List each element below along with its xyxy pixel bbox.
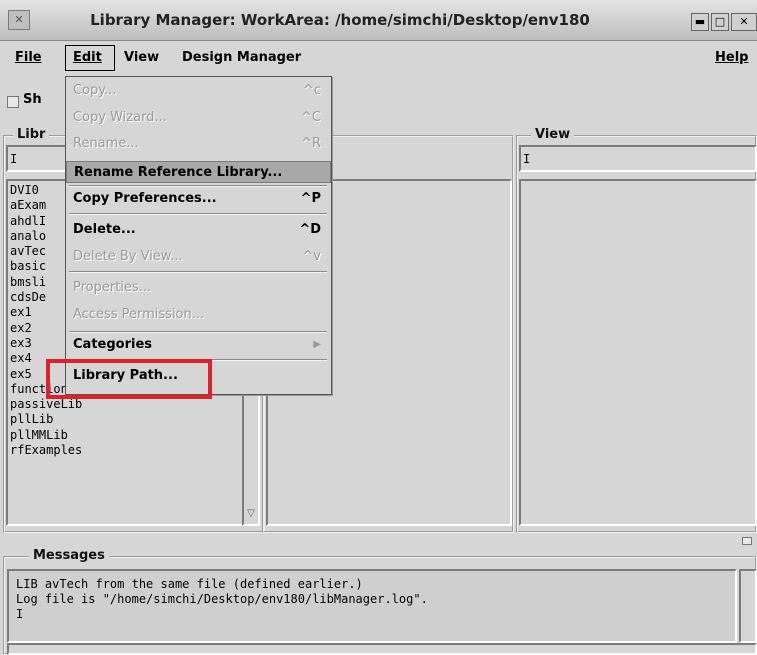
menu-item-categories[interactable]: Categories ▶	[66, 334, 331, 356]
window-title: Library Manager: WorkArea: /home/simchi/…	[90, 11, 590, 29]
menu-edit[interactable]: Edit	[73, 50, 102, 65]
list-item[interactable]: rfExamples	[8, 443, 242, 458]
shortcut-label: ^P	[300, 191, 321, 206]
submenu-arrow-icon: ▶	[313, 339, 321, 350]
show-checkbox-label: Sh	[23, 92, 42, 107]
menu-item-delete[interactable]: Delete... ^D	[66, 219, 331, 241]
shortcut-label: ^R	[301, 136, 321, 151]
menu-separator	[69, 271, 327, 273]
menu-design-manager[interactable]: Design Manager	[182, 50, 301, 65]
message-line: LIB avTech from the same file (defined e…	[16, 577, 363, 591]
menu-separator	[69, 213, 327, 215]
menu-separator	[69, 331, 327, 333]
list-item[interactable]: passiveLib	[8, 397, 242, 412]
shortcut-label: ^v	[302, 249, 321, 264]
message-line: I	[16, 607, 24, 621]
close-button[interactable]: ✕	[731, 13, 757, 31]
minimize-button[interactable]: ▬	[691, 13, 709, 31]
menu-help[interactable]: Help	[715, 50, 748, 65]
edit-dropdown-menu: Copy... ^c Copy Wizard... ^C Rename... ^R R…	[65, 76, 332, 395]
list-item[interactable]: pllMMLib	[8, 428, 242, 443]
menu-item-rename[interactable]: Rename... ^R	[66, 133, 331, 155]
view-caption: View	[531, 127, 575, 142]
menu-item-copy-preferences[interactable]: Copy Preferences... ^P	[66, 188, 331, 210]
menu-file[interactable]: File	[15, 50, 42, 65]
menu-item-copy-wizard[interactable]: Copy Wizard... ^C	[66, 107, 331, 129]
show-checkbox[interactable]	[7, 96, 19, 108]
menu-item-access-permission[interactable]: Access Permission...	[66, 304, 331, 326]
menu-separator	[69, 185, 327, 187]
pane-sash-handle[interactable]	[742, 537, 752, 545]
messages-caption: Messages	[29, 548, 109, 563]
maximize-button[interactable]: □	[711, 13, 729, 31]
message-line: Log file is "/home/simchi/Desktop/env180…	[16, 592, 428, 606]
menu-view[interactable]: View	[124, 50, 159, 65]
shortcut-label: ^C	[301, 110, 321, 125]
menu-item-properties[interactable]: Properties...	[66, 277, 331, 299]
shortcut-label: ^c	[302, 83, 321, 98]
messages-hscrollbar[interactable]	[7, 643, 757, 655]
title-bar: ✕ Library Manager: WorkArea: /home/simch…	[0, 0, 757, 41]
menu-item-rename-reference-library[interactable]: Rename Reference Library...	[66, 161, 331, 183]
annotation-highlight-box	[46, 359, 212, 399]
list-item[interactable]: pllLib	[8, 412, 242, 427]
view-list[interactable]	[519, 179, 757, 526]
menu-item-copy[interactable]: Copy... ^c	[66, 80, 331, 102]
shortcut-label: ^D	[299, 222, 321, 237]
library-caption: Libr	[13, 127, 50, 142]
view-filter-input[interactable]: I	[519, 145, 757, 172]
messages-scrollbar[interactable]	[739, 569, 757, 643]
menu-item-delete-by-view[interactable]: Delete By View... ^v	[66, 246, 331, 268]
scroll-down-arrow-icon[interactable]: ▽	[244, 508, 258, 524]
messages-text-area[interactable]: LIB avTech from the same file (defined e…	[7, 569, 737, 643]
